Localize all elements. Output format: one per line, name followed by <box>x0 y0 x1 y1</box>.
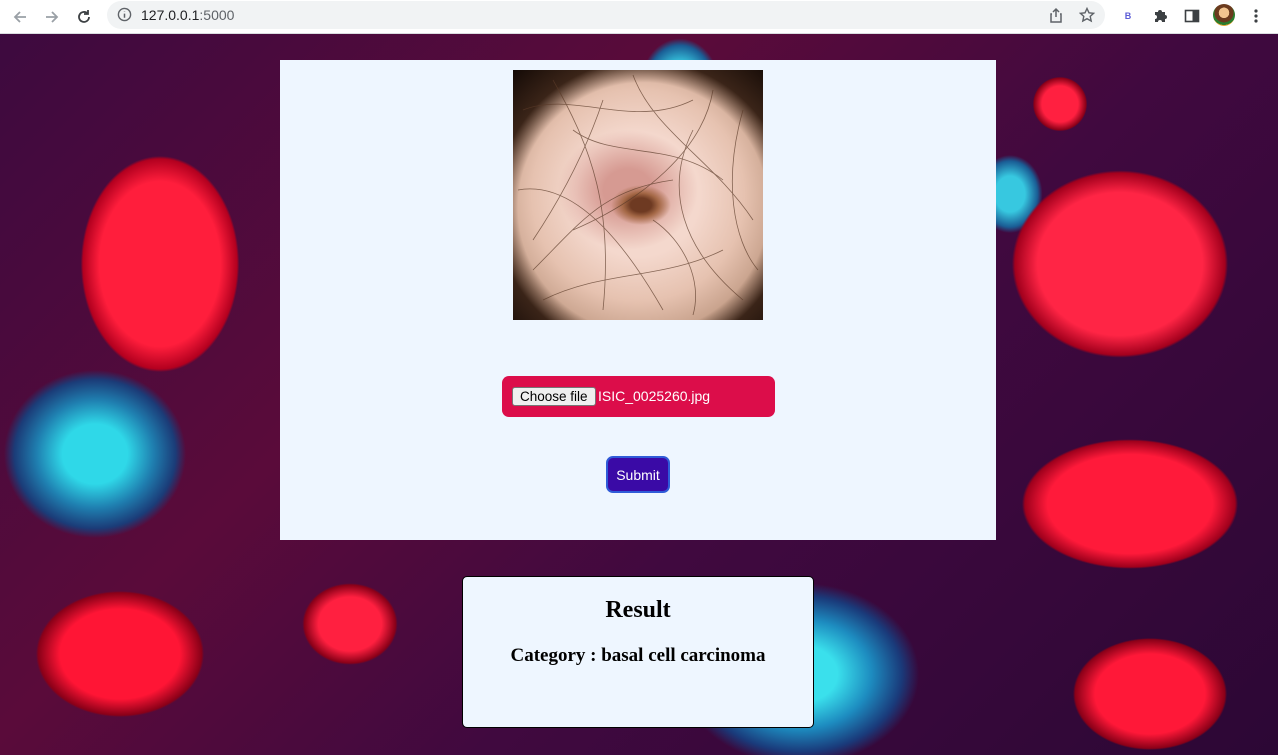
avatar[interactable] <box>1213 4 1235 26</box>
share-icon[interactable] <box>1047 6 1065 24</box>
page-background: Choose file ISIC_0025260.jpg Submit Resu… <box>0 34 1278 755</box>
result-heading: Result <box>605 597 671 623</box>
side-panel-icon[interactable] <box>1181 5 1203 27</box>
skin-lesion-preview-image <box>513 70 763 320</box>
choose-file-button[interactable]: Choose file <box>512 387 596 406</box>
info-icon[interactable] <box>117 7 132 27</box>
upload-panel: Choose file ISIC_0025260.jpg Submit <box>280 60 996 540</box>
forward-arrow-icon[interactable] <box>39 4 65 30</box>
back-arrow-icon[interactable] <box>7 4 33 30</box>
browser-toolbar: 127.0.0.1:5000 B <box>0 0 1278 34</box>
result-category-text: Category : basal cell carcinoma <box>510 645 766 666</box>
address-bar[interactable]: 127.0.0.1:5000 <box>107 1 1105 29</box>
url-text: 127.0.0.1:5000 <box>141 7 235 23</box>
bookmark-star-icon[interactable] <box>1078 6 1096 24</box>
puzzle-icon[interactable] <box>1149 5 1171 27</box>
reload-icon[interactable] <box>71 4 97 30</box>
submit-button[interactable]: Submit <box>606 456 670 493</box>
kebab-menu-icon[interactable] <box>1245 5 1267 27</box>
file-upload-row: Choose file ISIC_0025260.jpg <box>502 376 775 417</box>
extension-b-icon[interactable]: B <box>1117 5 1139 27</box>
result-panel: Result Category : basal cell carcinoma <box>462 576 814 728</box>
selected-file-name: ISIC_0025260.jpg <box>598 388 711 404</box>
